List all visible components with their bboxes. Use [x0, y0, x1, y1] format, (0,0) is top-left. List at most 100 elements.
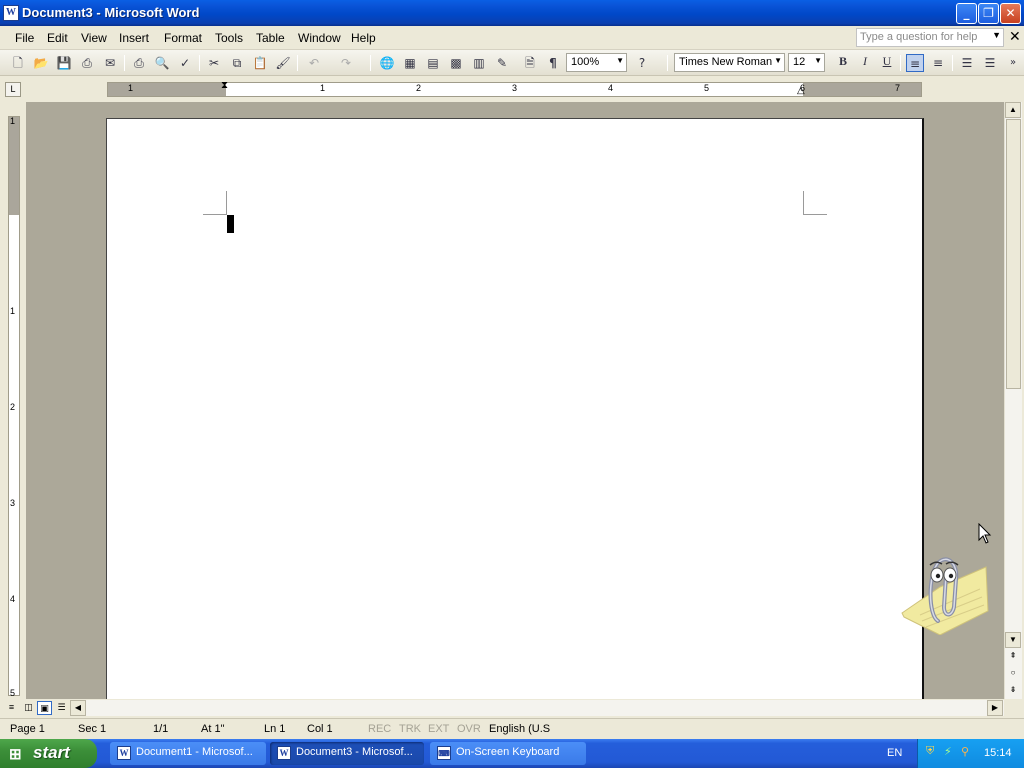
status-ext[interactable]: EXT [428, 723, 449, 735]
scroll-up-button[interactable]: ▲ [1005, 102, 1021, 118]
hyperlink-icon[interactable]: 🌐 [378, 54, 396, 72]
menu-insert[interactable]: Insert [119, 31, 149, 45]
language-indicator[interactable]: EN [887, 747, 902, 759]
toolbar-separator [667, 55, 668, 71]
cut-icon[interactable]: ✂ [205, 54, 223, 72]
zoom-select[interactable]: 100% ▼ [566, 53, 627, 72]
help-question-input[interactable]: Type a question for help ▼ [856, 28, 1004, 47]
insert-table-icon[interactable]: ▤ [424, 54, 442, 72]
insert-excel-icon[interactable]: ▩ [447, 54, 465, 72]
font-size-select[interactable]: 12 ▼ [788, 53, 825, 72]
help-icon[interactable]: ? [633, 54, 651, 72]
numbering-icon[interactable]: ☰ [958, 54, 976, 72]
clock[interactable]: 15:14 [984, 747, 1012, 759]
italic-button[interactable]: I [856, 54, 874, 72]
scroll-right-button[interactable]: ▶ [987, 700, 1003, 716]
vertical-scroll-thumb[interactable] [1006, 119, 1021, 389]
toolbar-options-icon[interactable]: » [1004, 54, 1022, 72]
ruler-number: 4 [10, 594, 16, 604]
status-pages[interactable]: 1/1 [153, 723, 168, 735]
undo-icon[interactable]: ↶ [305, 54, 323, 72]
chevron-down-icon[interactable]: ▼ [992, 30, 1001, 40]
scroll-left-button[interactable]: ◀ [70, 700, 86, 716]
show-hide-icon[interactable]: ¶ [544, 54, 562, 72]
print-layout-icon[interactable]: ▣ [37, 701, 52, 715]
next-page-button[interactable]: ⇟ [1005, 683, 1021, 699]
chevron-down-icon[interactable]: ▼ [774, 56, 782, 65]
taskbar-item-onscreen-keyboard[interactable]: ⌨ On-Screen Keyboard [430, 742, 586, 765]
status-line[interactable]: Ln 1 [264, 723, 285, 735]
word-icon[interactable]: W [3, 5, 19, 21]
menu-file[interactable]: File [15, 31, 34, 45]
menu-window[interactable]: Window [298, 31, 341, 45]
security-shield-icon[interactable]: ⛨ [926, 745, 934, 758]
font-size-value: 12 [793, 56, 806, 68]
menu-format[interactable]: Format [164, 31, 202, 45]
tables-borders-icon[interactable]: ▦ [401, 54, 419, 72]
previous-page-button[interactable]: ⇞ [1005, 649, 1021, 665]
status-at[interactable]: At 1" [201, 723, 224, 735]
ruler-number: 2 [416, 83, 422, 93]
taskbar-item-document1[interactable]: W Document1 - Microsof... [110, 742, 266, 765]
underline-button[interactable]: U [878, 54, 896, 72]
ruler-number: 4 [608, 83, 614, 93]
outline-view-icon[interactable]: ☰ [54, 701, 69, 715]
status-column[interactable]: Col 1 [307, 723, 333, 735]
new-document-icon[interactable]: 🗋 [9, 54, 27, 72]
status-ovr[interactable]: OVR [457, 723, 481, 735]
tab-selector[interactable]: L [5, 82, 21, 97]
menu-help[interactable]: Help [351, 31, 376, 45]
select-browse-object-button[interactable]: ○ [1005, 666, 1021, 682]
close-button[interactable]: ✕ [1000, 3, 1021, 24]
web-layout-icon[interactable]: ◫ [21, 701, 36, 715]
search-icon[interactable]: ⚲ [961, 745, 969, 758]
align-center-icon[interactable]: ≡ [929, 54, 947, 72]
print-preview-icon[interactable]: 🔍 [153, 54, 171, 72]
normal-view-icon[interactable]: ≡ [4, 701, 19, 715]
document-map-icon[interactable]: 🗎 [521, 54, 539, 72]
chevron-down-icon[interactable]: ▼ [616, 56, 624, 65]
permission-icon[interactable]: ⎙ [78, 54, 96, 72]
status-trk[interactable]: TRK [399, 723, 421, 735]
office-assistant-clippy[interactable] [900, 545, 992, 636]
taskbar-item-document3[interactable]: W Document3 - Microsof... [270, 742, 424, 765]
menu-edit[interactable]: Edit [47, 31, 68, 45]
horizontal-scrollbar[interactable] [70, 700, 1004, 716]
format-painter-icon[interactable]: 🖌 [274, 54, 292, 72]
restore-button[interactable]: ❐ [978, 3, 999, 24]
scroll-down-button[interactable]: ▼ [1005, 632, 1021, 648]
menu-tools[interactable]: Tools [215, 31, 243, 45]
bullets-icon[interactable]: ☰ [981, 54, 999, 72]
email-icon[interactable]: ✉ [101, 54, 119, 72]
status-section[interactable]: Sec 1 [78, 723, 106, 735]
bold-button[interactable]: B [834, 54, 852, 72]
chevron-down-icon[interactable]: ▼ [814, 56, 822, 65]
ruler-number: 3 [512, 83, 518, 93]
start-button[interactable]: ⊞ start [0, 739, 97, 768]
print-icon[interactable]: ⎙ [130, 54, 148, 72]
redo-icon[interactable]: ↷ [337, 54, 355, 72]
save-icon[interactable]: 💾 [55, 54, 73, 72]
open-folder-icon[interactable]: 📂 [32, 54, 50, 72]
ruler-number: 3 [10, 498, 16, 508]
paste-icon[interactable]: 📋 [251, 54, 269, 72]
status-rec[interactable]: REC [368, 723, 391, 735]
title-bar[interactable]: W Document3 - Microsoft Word _ ❐ ✕ [0, 0, 1024, 26]
first-line-indent-marker[interactable]: ⧗ [221, 80, 228, 91]
minimize-button[interactable]: _ [956, 3, 977, 24]
font-select[interactable]: Times New Roman ▼ [674, 53, 785, 72]
document-close-button[interactable]: ✕ [1009, 29, 1021, 45]
drawing-icon[interactable]: ✎ [493, 54, 511, 72]
status-page[interactable]: Page 1 [10, 723, 45, 735]
document-page[interactable] [106, 118, 924, 699]
spelling-icon[interactable]: ✓ [176, 54, 194, 72]
copy-icon[interactable]: ⧉ [228, 54, 246, 72]
status-language[interactable]: English (U.S [489, 723, 550, 735]
columns-icon[interactable]: ▥ [470, 54, 488, 72]
ruler-number: 1 [10, 306, 16, 316]
right-indent-marker[interactable]: △ [797, 85, 805, 96]
menu-table[interactable]: Table [256, 31, 285, 45]
network-icon[interactable]: ⚡ [944, 745, 952, 758]
align-left-icon[interactable]: ≡ [906, 54, 924, 72]
menu-view[interactable]: View [81, 31, 107, 45]
